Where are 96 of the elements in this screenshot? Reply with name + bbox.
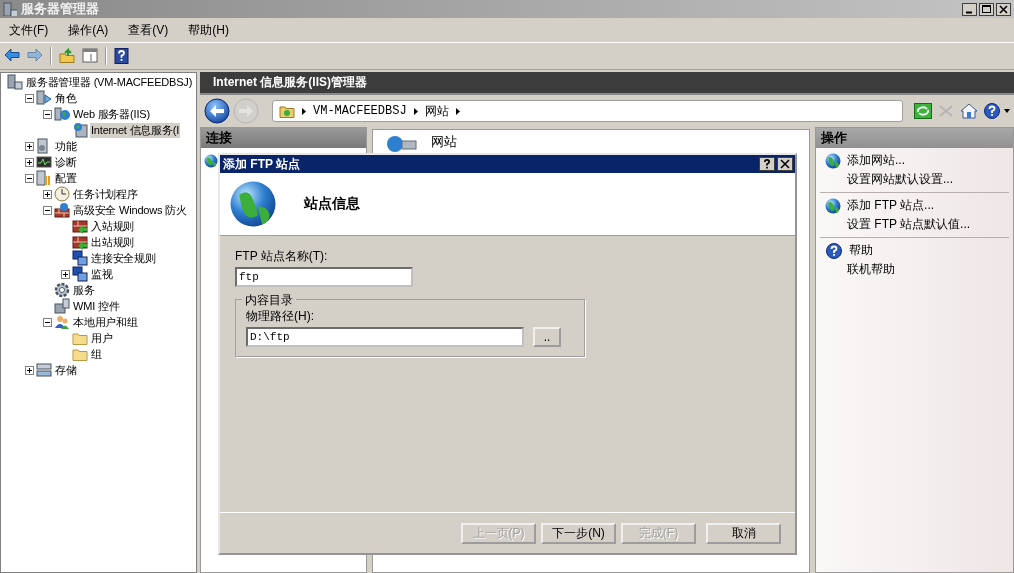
tree-item[interactable]: 用户	[90, 330, 114, 346]
expand-icon[interactable]	[25, 157, 34, 167]
tree-item[interactable]: 出站规则	[90, 234, 136, 250]
clock-icon	[54, 186, 70, 202]
input-field[interactable]: D:\ftp	[246, 327, 524, 347]
back-arrow-icon[interactable]	[4, 48, 20, 64]
server-icon	[36, 90, 52, 106]
menu-item[interactable]: 文件(F)	[9, 19, 49, 41]
monitor-icon	[36, 154, 52, 170]
folder-icon	[72, 346, 88, 362]
tree-item[interactable]: 服务	[72, 282, 96, 298]
breadcrumb-item[interactable]: 网站	[424, 102, 449, 120]
tree-item[interactable]: 服务器管理器 (VM-MACFEEDBSJ)	[25, 74, 194, 90]
collapse-icon[interactable]	[43, 109, 52, 119]
field-label: FTP 站点名称(T):	[235, 248, 329, 265]
action-link[interactable]: 添加网站...	[847, 152, 905, 169]
action-link[interactable]: 添加 FTP 站点...	[847, 197, 935, 214]
brick-wall-globe-icon	[54, 202, 70, 218]
tree-item[interactable]: 本地用户和组	[72, 314, 139, 330]
server-globe-icon	[54, 106, 70, 122]
close-icon[interactable]	[996, 2, 1011, 16]
expand-icon[interactable]	[25, 365, 34, 375]
refresh-icon[interactable]	[914, 103, 932, 119]
menu-item[interactable]: 帮助(H)	[188, 19, 229, 41]
globe-icon	[204, 154, 218, 168]
folder-icon	[279, 103, 295, 119]
field-label: 物理路径(H):	[246, 308, 315, 325]
panel-title: Internet 信息服务(IIS)管理器	[200, 72, 1014, 95]
server-globe-icon	[72, 122, 88, 138]
tree-item[interactable]: 连接安全规则	[90, 250, 157, 266]
browse-button[interactable]: ..	[533, 327, 561, 347]
tree-item[interactable]: 功能	[54, 138, 78, 154]
dropdown-caret-icon[interactable]	[1004, 109, 1010, 113]
wizard-button[interactable]: 下一步(N)	[541, 522, 616, 544]
close-icon[interactable]	[777, 157, 793, 171]
maximize-icon[interactable]	[979, 2, 994, 16]
tree-item[interactable]: 诊断	[54, 154, 78, 170]
help-icon[interactable]	[983, 103, 1001, 119]
tree-item[interactable]: Web 服务器(IIS)	[72, 106, 151, 122]
collapse-icon[interactable]	[25, 93, 34, 103]
action-link[interactable]: 帮助	[849, 242, 873, 259]
tree-item[interactable]: 角色	[54, 90, 78, 106]
tree-item[interactable]: 入站规则	[90, 218, 136, 234]
page-heading: 站点信息	[304, 195, 360, 213]
globe-icon	[230, 181, 276, 227]
server-tools-icon	[36, 170, 52, 186]
chevron-icon	[301, 107, 307, 115]
help-icon[interactable]	[759, 157, 775, 171]
server-icon	[3, 2, 17, 16]
computers-icon	[72, 266, 88, 282]
panel-icon[interactable]	[82, 48, 98, 64]
minimize-icon[interactable]	[962, 2, 977, 16]
collapse-icon[interactable]	[43, 317, 52, 327]
tree-item[interactable]: Internet 信息服务(I	[90, 122, 181, 138]
menu-item[interactable]: 查看(V)	[128, 19, 169, 41]
chevron-icon	[412, 107, 419, 115]
chevron-icon	[454, 107, 461, 115]
panel-heading: 操作	[816, 128, 1013, 148]
help-icon	[825, 242, 843, 259]
breadcrumb-item[interactable]: VM-MACFEEDBSJ	[313, 104, 407, 118]
tree-item[interactable]: 高级安全 Windows 防火	[72, 202, 188, 218]
home-icon[interactable]	[960, 103, 978, 119]
input-field[interactable]: ftp	[235, 267, 413, 287]
action-link[interactable]: 联机帮助	[847, 261, 895, 278]
users-icon	[54, 314, 70, 330]
server-icon	[7, 74, 23, 90]
computers-icon	[72, 250, 88, 266]
tree-item[interactable]: WMI 控件	[72, 298, 121, 314]
group-title: 内容目录	[242, 292, 296, 309]
folder-icon	[72, 330, 88, 346]
expand-icon[interactable]	[25, 141, 34, 151]
folder-up-icon[interactable]	[59, 48, 75, 64]
computer-icon	[54, 298, 70, 314]
tree-item[interactable]: 配置	[54, 170, 78, 186]
action-link[interactable]: 设置 FTP 站点默认值...	[847, 216, 971, 233]
disk-drives-icon	[36, 362, 52, 378]
dialog-title: 添加 FTP 站点	[223, 155, 301, 173]
window-title: 服务器管理器	[21, 0, 99, 18]
expand-icon[interactable]	[61, 269, 70, 279]
panel-heading: 网站	[431, 133, 457, 151]
brick-wall-arrow-icon	[72, 218, 88, 234]
expand-icon[interactable]	[43, 189, 52, 199]
wizard-button[interactable]: 取消	[706, 522, 781, 544]
tree-item[interactable]: 任务计划程序	[72, 186, 139, 202]
menu-item[interactable]: 操作(A)	[68, 19, 109, 41]
brick-wall-arrow-icon	[72, 234, 88, 250]
tree-item[interactable]: 监视	[90, 266, 114, 282]
tree-item[interactable]: 存储	[54, 362, 78, 378]
panel-heading: 连接	[201, 128, 366, 148]
address-bar[interactable]: VM-MACFEEDBSJ 网站	[272, 100, 903, 122]
gear-icon	[54, 282, 70, 298]
tree-item[interactable]: 组	[90, 346, 103, 362]
collapse-icon[interactable]	[43, 205, 52, 215]
action-link[interactable]: 设置网站默认设置...	[847, 171, 953, 188]
collapse-icon[interactable]	[25, 173, 34, 183]
help-icon[interactable]	[114, 48, 130, 64]
